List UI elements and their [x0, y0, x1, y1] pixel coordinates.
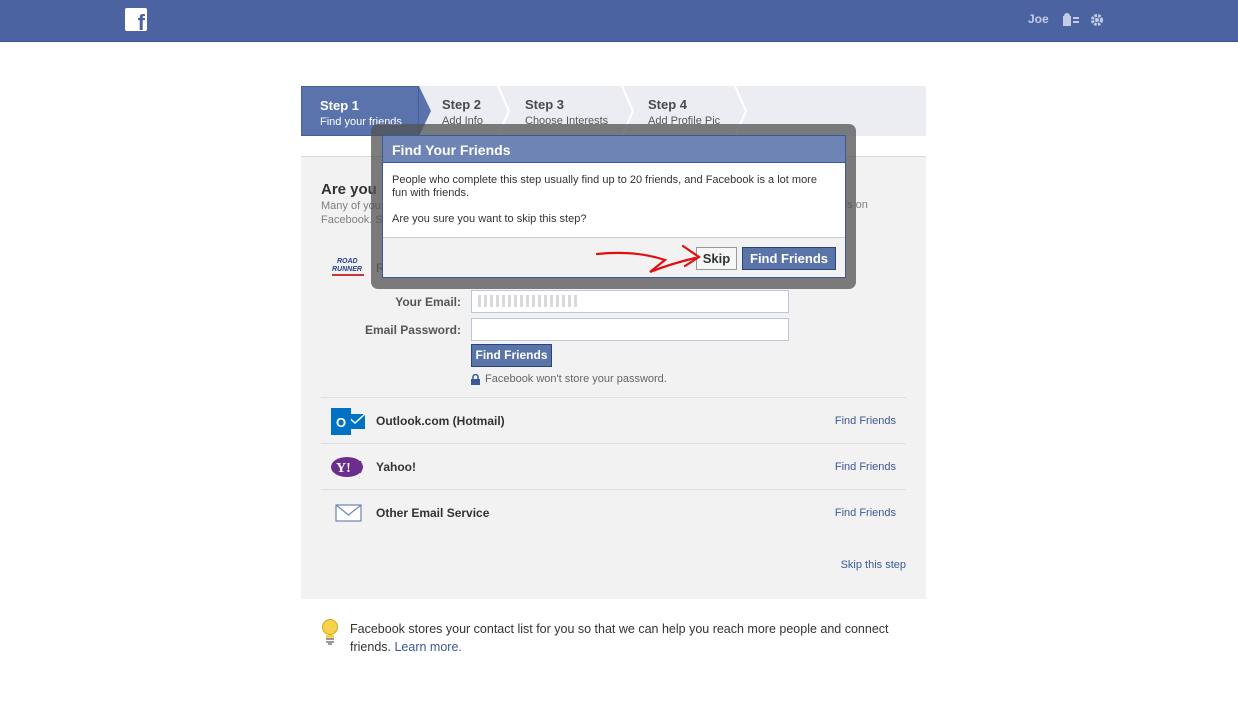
find-friends-link[interactable]: Find Friends — [835, 461, 896, 473]
password-field[interactable] — [471, 318, 789, 341]
masked-email-value — [478, 295, 578, 307]
step-title: Step 1 — [320, 98, 360, 113]
lightbulb-icon — [322, 619, 338, 645]
provider-row-other: Other Email Service Find Friends — [321, 489, 906, 535]
svg-text:O: O — [336, 415, 346, 430]
find-friends-link[interactable]: Find Friends — [835, 507, 896, 519]
email-field[interactable] — [471, 290, 789, 313]
facebook-logo-icon[interactable]: f — [125, 8, 147, 34]
dialog-title: Find Your Friends — [383, 136, 845, 163]
dialog-find-friends-button[interactable]: Find Friends — [742, 247, 836, 270]
svg-text:Y!: Y! — [336, 461, 351, 476]
provider-row-yahoo: Y! ! Yahoo! Find Friends — [321, 443, 906, 489]
learn-more-link[interactable]: Learn more. — [394, 640, 461, 654]
dialog-question: Are you sure you want to skip this step? — [392, 213, 587, 225]
provider-name: Outlook.com (Hotmail) — [376, 414, 505, 428]
tip-text: Facebook stores your contact list for yo… — [350, 620, 920, 656]
gear-icon[interactable] — [1090, 13, 1104, 27]
step-title: Step 2 — [442, 97, 482, 112]
find-friends-button[interactable]: Find Friends — [471, 344, 552, 367]
outlook-icon: O — [331, 408, 366, 435]
provider-name: Other Email Service — [376, 506, 490, 520]
envelope-icon — [335, 504, 362, 522]
provider-name: Yahoo! — [376, 460, 417, 474]
red-arrow-annotation-icon — [595, 244, 701, 274]
password-label: Email Password: — [364, 323, 461, 337]
skip-this-step-link[interactable]: Skip this step — [841, 559, 906, 571]
email-label: Your Email: — [395, 295, 461, 309]
user-name-link[interactable]: Joe — [1028, 12, 1049, 26]
dialog-message: People who complete this step usually fi… — [392, 174, 817, 199]
panel-heading: Are you — [321, 181, 377, 198]
lock-icon — [471, 374, 480, 385]
password-note: Facebook won't store your password. — [485, 373, 667, 385]
top-bar: f Joe — [0, 0, 1238, 42]
friend-requests-icon[interactable] — [1063, 13, 1079, 26]
provider-row-outlook: O Outlook.com (Hotmail) Find Friends — [321, 397, 906, 443]
yahoo-icon: Y! ! — [331, 457, 363, 477]
step-title: Step 3 — [525, 97, 565, 112]
svg-text:!: ! — [357, 457, 363, 477]
step-title: Step 4 — [648, 97, 688, 112]
svg-text:ROAD: ROAD — [337, 258, 358, 265]
find-friends-link[interactable]: Find Friends — [835, 415, 896, 427]
road-runner-logo-icon: ROAD RUNNER — [332, 258, 364, 276]
svg-text:RUNNER: RUNNER — [332, 266, 362, 273]
